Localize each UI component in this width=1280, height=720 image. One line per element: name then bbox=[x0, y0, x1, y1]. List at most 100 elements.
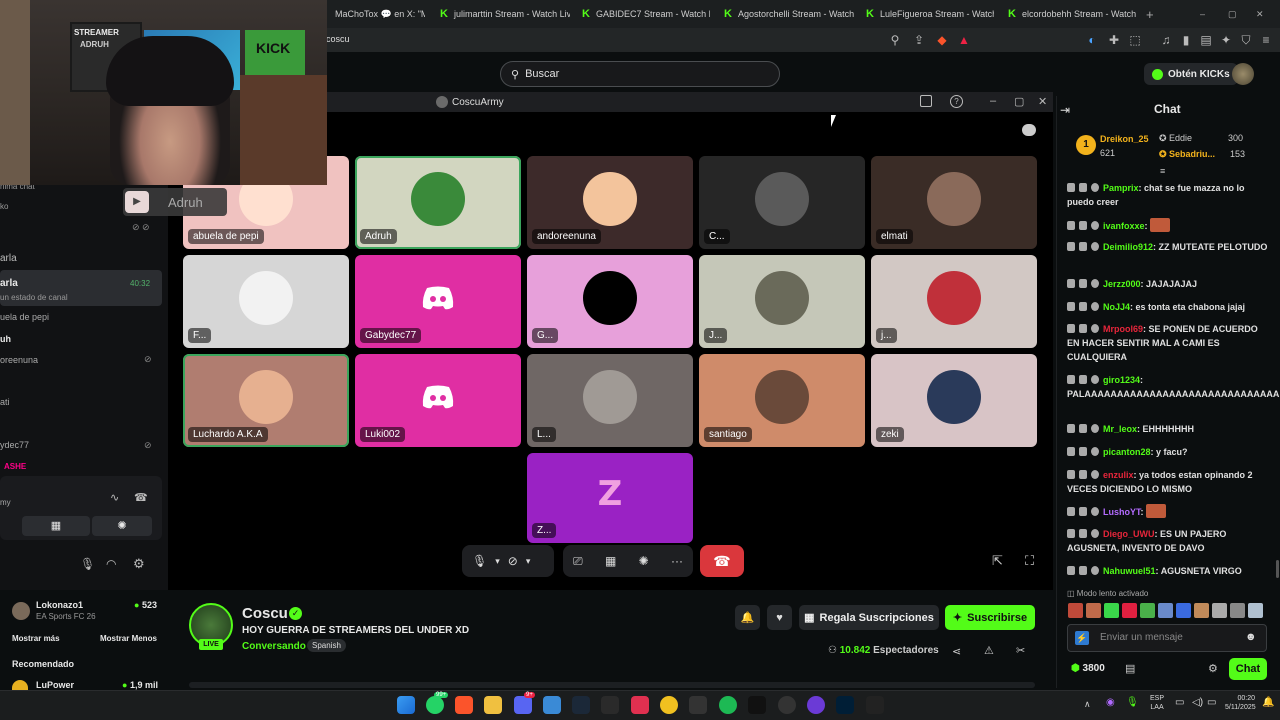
notifications-icon[interactable]: 🔔 bbox=[1262, 697, 1274, 708]
browser-tab[interactable]: MaChoTox 💬 en X: "Mal al bbox=[335, 4, 425, 24]
chat-username[interactable]: picanton28 bbox=[1103, 447, 1151, 457]
settings-icon[interactable]: ⚙ bbox=[133, 556, 145, 572]
participant-tile[interactable]: Luchardo A.K.A bbox=[183, 354, 349, 447]
leaderboard-user[interactable]: ✪ Sebadriu... bbox=[1159, 149, 1215, 160]
clock[interactable]: 00:20 5/11/2025 bbox=[1225, 694, 1256, 712]
participant-tile[interactable]: G... bbox=[527, 255, 693, 348]
browser-tab[interactable]: Kelcordobehh Stream - Watch L bbox=[1008, 4, 1136, 24]
disconnect-icon[interactable]: ☎ bbox=[134, 491, 148, 504]
chat-username[interactable]: Deimilio912 bbox=[1103, 242, 1153, 252]
microphone-icon[interactable]: 🎙 bbox=[472, 554, 487, 568]
kicks-balance[interactable]: ⬢ 3800 bbox=[1071, 663, 1105, 674]
voice-user[interactable]: ydec77 bbox=[0, 440, 29, 450]
browser-tab[interactable]: K GABIDEC7 Stream - Watch Live bbox=[582, 4, 710, 24]
get-kicks-button[interactable]: Obtén KICKs bbox=[1144, 63, 1238, 85]
tray-mic-icon[interactable]: 🎙 bbox=[1126, 697, 1139, 708]
discord-icon[interactable] bbox=[514, 696, 532, 714]
send-chat-button[interactable]: Chat bbox=[1229, 658, 1267, 680]
more-options-icon[interactable]: ··· bbox=[671, 554, 683, 568]
soundboard-icon[interactable]: ✺ bbox=[639, 554, 649, 568]
voice-user[interactable]: oreenuna bbox=[0, 355, 38, 365]
chevron-down-icon[interactable]: ▾ bbox=[526, 556, 531, 567]
extension-icon[interactable]: ◐ bbox=[1085, 33, 1099, 47]
voice-user[interactable]: uh bbox=[0, 334, 11, 344]
zoom-icon[interactable]: ⚲ bbox=[888, 33, 902, 47]
chat-message[interactable]: picanton28: y facu? bbox=[1067, 445, 1272, 459]
participant-tile[interactable]: zeki bbox=[871, 354, 1037, 447]
battery-icon[interactable]: ▭ bbox=[1207, 697, 1216, 708]
emote-icon[interactable] bbox=[1068, 603, 1083, 618]
sidebar-channel[interactable]: arla bbox=[0, 253, 17, 264]
chat-bubble-icon[interactable] bbox=[1022, 124, 1036, 136]
chat-message[interactable]: Diego_UWU: ES UN PAJERO AGUSNETA, INVENT… bbox=[1067, 527, 1272, 555]
emote-icon[interactable] bbox=[1212, 603, 1227, 618]
maximize-window-icon[interactable]: ▢ bbox=[1228, 4, 1240, 24]
volume-icon[interactable]: ◁) bbox=[1192, 697, 1203, 708]
headphones-icon[interactable]: ◠ bbox=[106, 557, 116, 571]
capcut-icon[interactable] bbox=[689, 696, 707, 714]
url-field[interactable]: coscu bbox=[326, 34, 350, 44]
chat-username[interactable]: Mr_leox bbox=[1103, 424, 1137, 434]
tray-chevron-icon[interactable]: ∧ bbox=[1084, 699, 1091, 710]
chat-username[interactable]: NoJJ4 bbox=[1103, 302, 1130, 312]
maximize-icon[interactable]: ▢ bbox=[1014, 95, 1024, 108]
puzzle-icon[interactable]: ⬚ bbox=[1128, 33, 1142, 47]
chat-scrollbar[interactable] bbox=[1276, 560, 1279, 578]
inbox-icon[interactable] bbox=[920, 95, 932, 107]
voice-user[interactable]: uela de pepi bbox=[0, 312, 49, 322]
participant-tile[interactable]: Gabydec77 bbox=[355, 255, 521, 348]
emote-icon[interactable] bbox=[1140, 603, 1155, 618]
share-icon[interactable]: ⇪ bbox=[912, 33, 926, 47]
photoshop-icon[interactable] bbox=[836, 696, 854, 714]
new-tab-button[interactable]: + bbox=[1146, 4, 1160, 24]
participant-tile[interactable]: Adruh bbox=[355, 156, 521, 249]
stream-category[interactable]: Conversando bbox=[242, 641, 306, 652]
chat-username[interactable]: Diego_UWU bbox=[1103, 529, 1155, 539]
app-icon[interactable] bbox=[866, 696, 884, 714]
tray-app-icon[interactable]: ◉ bbox=[1106, 697, 1115, 708]
participant-tile[interactable]: L... bbox=[527, 354, 693, 447]
chat-message[interactable]: LushoYT: bbox=[1067, 504, 1272, 519]
screen-share-icon[interactable]: ⎚ bbox=[573, 554, 583, 569]
language-tag[interactable]: Spanish bbox=[307, 639, 346, 652]
shop-icon[interactable]: ▤ bbox=[1125, 662, 1135, 675]
show-more-link[interactable]: Mostrar más bbox=[12, 634, 60, 643]
emote-icon[interactable] bbox=[1104, 603, 1119, 618]
voice-user[interactable]: ati bbox=[0, 397, 10, 407]
share-icon[interactable]: ⋖ bbox=[952, 645, 961, 658]
vpn-icon[interactable]: ⛉ bbox=[1239, 33, 1253, 47]
emote-icon[interactable] bbox=[1230, 603, 1245, 618]
chat-username[interactable]: Nahuwuel51 bbox=[1103, 566, 1156, 576]
close-icon[interactable]: ✕ bbox=[1038, 95, 1047, 108]
photos-icon[interactable] bbox=[543, 696, 561, 714]
collapse-chat-icon[interactable]: ⇥ bbox=[1060, 103, 1070, 117]
tiktok-icon[interactable] bbox=[748, 696, 766, 714]
leo-icon[interactable]: ✦ bbox=[1219, 33, 1233, 47]
brave-rewards-icon[interactable]: ▲ bbox=[957, 33, 971, 47]
participant-tile[interactable]: Luki002 bbox=[355, 354, 521, 447]
notification-bell-button[interactable]: 🔔 bbox=[735, 605, 760, 630]
minimize-icon[interactable]: – bbox=[990, 95, 996, 107]
chat-username[interactable]: Pamprix bbox=[1103, 183, 1139, 193]
gift-subscriptions-button[interactable]: ▦ Regala Suscripciones bbox=[799, 605, 939, 630]
fullscreen-icon[interactable]: ⛶ bbox=[1025, 553, 1034, 569]
user-avatar[interactable] bbox=[1232, 63, 1254, 85]
report-icon[interactable]: ⚠ bbox=[984, 644, 994, 657]
soundboard-button[interactable]: ✺ bbox=[92, 516, 152, 536]
file-explorer-icon[interactable] bbox=[484, 696, 502, 714]
obs-icon[interactable] bbox=[778, 696, 796, 714]
chat-message[interactable]: Jerzz000: JAJAJAJAJ bbox=[1067, 277, 1272, 291]
chat-username[interactable]: Jerzz000 bbox=[1103, 279, 1141, 289]
muted-icon[interactable]: ⊘ ⊘ bbox=[132, 222, 150, 233]
search-input[interactable]: ⚲ Buscar bbox=[500, 61, 780, 87]
chat-message[interactable]: Nahuwuel51: AGUSNETA VIRGO bbox=[1067, 564, 1272, 578]
whatsapp-icon[interactable] bbox=[426, 696, 444, 714]
channel-avatar[interactable] bbox=[12, 680, 28, 690]
music-icon[interactable]: ♫ bbox=[1159, 33, 1173, 47]
chat-message[interactable]: giro1234: PALAAAAAAAAAAAAAAAAAAAAAAAAAAA… bbox=[1067, 373, 1279, 401]
kick-power-icon[interactable]: ⚡ bbox=[1075, 631, 1089, 645]
voice-user[interactable]: ASHE bbox=[4, 462, 26, 471]
chat-message[interactable]: Pamprix: chat se fue mazza no lo puedo c… bbox=[1067, 181, 1272, 209]
subscribe-button[interactable]: ✦ Suscribirse bbox=[945, 605, 1035, 630]
clip-icon[interactable]: ✂ bbox=[1016, 644, 1025, 657]
